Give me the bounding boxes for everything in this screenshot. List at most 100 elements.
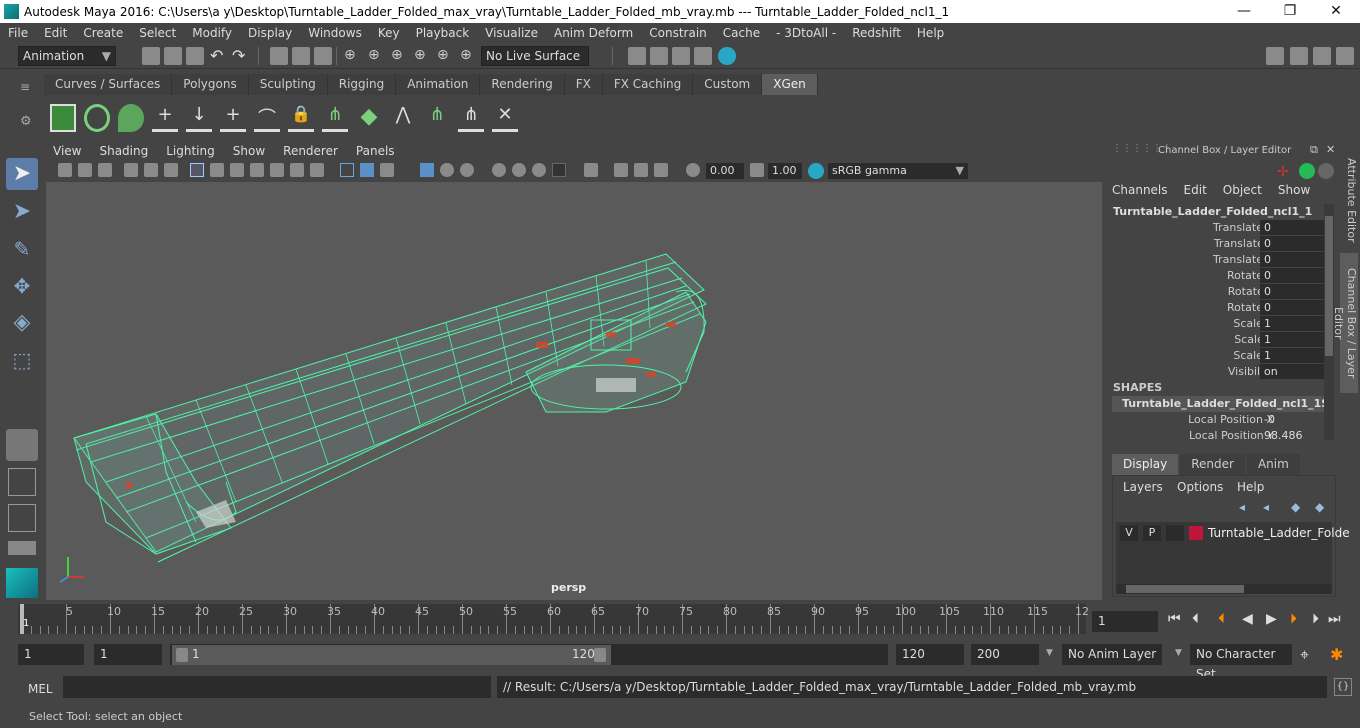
menu-anim-deform[interactable]: Anim Deform — [546, 26, 641, 40]
xgen-groom-select-icon[interactable]: ⋔ — [424, 104, 450, 132]
new-scene-icon[interactable] — [142, 47, 160, 65]
scale-tool-icon[interactable]: ⬚ — [6, 344, 38, 376]
wireframe-on-shaded-icon[interactable] — [380, 163, 394, 177]
tab-render[interactable]: Render — [1180, 454, 1245, 475]
new-empty-layer-icon[interactable]: ◆ — [1291, 500, 1300, 514]
tab-anim[interactable]: Anim — [1246, 454, 1300, 475]
menu-3dtoall[interactable]: - 3DtoAll - — [768, 26, 844, 40]
use-all-lights-icon[interactable] — [440, 163, 454, 177]
step-back-key-icon[interactable]: ⏴ — [1218, 611, 1225, 627]
time-slider[interactable]: 5 10 15 20 25 30 35 40 45 50 55 60 65 70 75 80 85 90 95 100… — [18, 604, 1089, 634]
workspace-icon[interactable] — [1266, 47, 1284, 65]
channel-value[interactable]: 0 — [1260, 252, 1324, 267]
menu-create[interactable]: Create — [75, 26, 131, 40]
layer-row[interactable]: V P Turntable_Ladder_Folde — [1118, 524, 1350, 542]
viewport-menu-shading[interactable]: Shading — [90, 144, 157, 158]
channel-row-visibility[interactable]: Visibility on — [1112, 364, 1324, 380]
shelf-menu-icon[interactable]: ≡ — [20, 80, 30, 94]
channel-value[interactable]: 0 — [1260, 236, 1324, 251]
rotate-tool-icon[interactable]: ◈ — [6, 307, 38, 339]
channel-box-status-icon[interactable] — [1299, 163, 1315, 179]
channel-row-scale-z[interactable]: Scale Z 1 — [1112, 348, 1324, 364]
channel-value[interactable]: 1 — [1260, 348, 1324, 363]
isolate-select-icon[interactable] — [584, 163, 598, 177]
menu-visualize[interactable]: Visualize — [477, 26, 546, 40]
safe-title-icon[interactable] — [310, 163, 324, 177]
menu-edit[interactable]: Edit — [36, 26, 75, 40]
channel-row-translate-y[interactable]: Translate Y 0 — [1112, 236, 1324, 252]
layer-name[interactable]: Turntable_Ladder_Folde — [1208, 526, 1350, 540]
playback-end-field[interactable]: 120 — [896, 644, 964, 665]
close-panel-icon[interactable]: ✕ — [1326, 143, 1335, 156]
redo-icon[interactable]: ↷ — [232, 47, 250, 65]
snap-grid-icon[interactable]: ⊕ — [344, 47, 362, 65]
anim-layer-dropdown[interactable]: No Anim Layer — [1062, 644, 1162, 665]
mode-dropdown[interactable]: Animation ▼ — [18, 46, 116, 66]
menu-display[interactable]: Display — [240, 26, 300, 40]
viewport-menu-panels[interactable]: Panels — [347, 144, 404, 158]
maximize-button[interactable]: ❐ — [1267, 0, 1313, 23]
paint-select-tool-icon[interactable]: ✎ — [6, 233, 38, 265]
open-scene-icon[interactable] — [164, 47, 182, 65]
channels-menu[interactable]: Channels — [1112, 183, 1168, 197]
perspective-viewport[interactable]: persp — [46, 182, 1102, 600]
go-to-start-icon[interactable]: ⏮ — [1168, 611, 1181, 627]
xgen-place-guide-icon[interactable]: ↓ — [186, 104, 212, 132]
channel-row-local-position-y[interactable]: Local Position Y 98.486 — [1112, 428, 1324, 444]
field-chart-icon[interactable] — [270, 163, 284, 177]
channel-value[interactable]: 0 — [1260, 268, 1324, 283]
motion-blur-icon[interactable] — [512, 163, 526, 177]
tab-polygons[interactable]: Polygons — [172, 74, 249, 95]
step-forward-key-icon[interactable]: ⏵ — [1290, 611, 1297, 627]
outliner-layout-icon[interactable] — [8, 504, 36, 532]
move-layer-down-icon[interactable]: ◂ — [1263, 500, 1269, 514]
select-object-icon[interactable] — [292, 47, 310, 65]
layer-display-type-toggle[interactable] — [1166, 525, 1184, 541]
tab-rendering[interactable]: Rendering — [480, 74, 565, 95]
depth-of-field-icon[interactable] — [552, 163, 566, 177]
channel-row-local-position-x[interactable]: Local Position X -0 — [1112, 412, 1324, 428]
channel-row-translate-z[interactable]: Translate Z 0 — [1112, 252, 1324, 268]
render-settings-icon[interactable] — [628, 47, 646, 65]
animation-start-field[interactable]: 1 — [18, 644, 84, 665]
tab-animation[interactable]: Animation — [396, 74, 481, 95]
layers-menu[interactable]: Layers — [1123, 480, 1163, 494]
character-set-dropdown[interactable]: No Character Set — [1190, 644, 1292, 681]
layer-visibility-toggle[interactable]: V — [1120, 525, 1138, 541]
make-live-icon[interactable]: ⊕ — [460, 47, 478, 65]
go-to-end-icon[interactable]: ⏭ — [1328, 611, 1341, 627]
shadows-icon[interactable] — [460, 163, 474, 177]
playback-start-field[interactable]: 1 — [94, 644, 162, 665]
render-frame-icon[interactable] — [650, 47, 668, 65]
xgen-editor-icon[interactable] — [50, 104, 76, 132]
xray-icon[interactable] — [614, 163, 628, 177]
menu-redshift[interactable]: Redshift — [844, 26, 909, 40]
tab-fx[interactable]: FX — [564, 74, 603, 95]
range-slider-left-handle[interactable] — [176, 648, 188, 662]
layer-color-swatch[interactable] — [1189, 526, 1203, 540]
channel-row-scale-x[interactable]: Scale X 1 — [1112, 316, 1324, 332]
tab-attribute-editor[interactable]: Attribute Editor — [1340, 153, 1358, 248]
viewport-menu-renderer[interactable]: Renderer — [274, 144, 347, 158]
range-slider-bar[interactable]: 1 120 — [172, 645, 611, 665]
grid-display-icon[interactable] — [190, 163, 204, 177]
channel-row-rotate-y[interactable]: Rotate Y 0 — [1112, 284, 1324, 300]
xgen-add-spline-icon[interactable]: + — [220, 104, 246, 132]
xgen-delete-guide-icon[interactable]: ✕ — [492, 104, 518, 132]
menu-windows[interactable]: Windows — [300, 26, 370, 40]
xgen-lock-guide-icon[interactable]: 🔒 — [288, 104, 314, 132]
chevron-down-icon[interactable]: ▼ — [1046, 648, 1053, 658]
toggle-attribute-editor-icon[interactable] — [1290, 47, 1308, 65]
anti-aliasing-icon[interactable] — [532, 163, 546, 177]
menu-key[interactable]: Key — [370, 26, 408, 40]
menu-playback[interactable]: Playback — [408, 26, 478, 40]
step-back-icon[interactable]: ⏴ — [1192, 611, 1199, 627]
grid-icon[interactable] — [124, 163, 138, 177]
menu-constrain[interactable]: Constrain — [641, 26, 715, 40]
channel-row-translate-x[interactable]: Translate X 0 — [1112, 220, 1324, 236]
channel-value[interactable]: 98.486 — [1260, 428, 1324, 443]
play-forwards-icon[interactable]: ▶ — [1266, 611, 1277, 627]
menu-help[interactable]: Help — [909, 26, 952, 40]
color-management-icon[interactable] — [808, 163, 824, 179]
xray-active-components-icon[interactable] — [634, 163, 648, 177]
